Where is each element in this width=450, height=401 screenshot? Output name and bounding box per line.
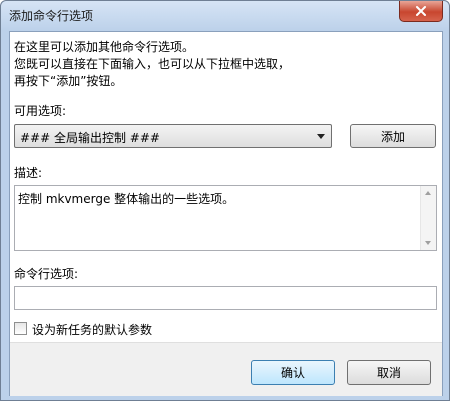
description-scrollbar[interactable] [420,186,436,250]
dialog-client-area: 在这里可以添加其他命令行选项。 您既可以直接在下面输入，也可以从下拉框中选取， … [9,31,443,396]
dropdown-selected-value: ### 全局输出控制 ### [20,131,160,145]
cancel-button[interactable]: 取消 [347,360,431,385]
dialog-window: 添加命令行选项 在这里可以添加其他命令行选项。 您既可以直接在下面输入，也可以从… [0,0,450,401]
description-text: 控制 mkvmerge 整体输出的一些选项。 [18,192,235,206]
title-bar[interactable]: 添加命令行选项 [1,1,449,31]
ok-button[interactable]: 确认 [251,360,335,385]
default-params-label[interactable]: 设为新任务的默认参数 [32,321,152,338]
dropdown-arrow-icon [317,134,325,139]
close-icon [416,6,426,16]
cmdline-options-label: 命令行选项: [14,267,79,281]
intro-line-2: 您既可以直接在下面输入，也可以从下拉框中选取， [14,57,291,71]
scroll-up-icon[interactable] [425,191,431,195]
scroll-down-icon[interactable] [425,241,431,245]
ok-button-label: 确认 [280,366,305,380]
default-params-checkbox[interactable] [14,322,27,335]
cancel-button-label: 取消 [376,366,401,380]
description-label: 描述: [14,166,43,180]
available-options-dropdown[interactable]: ### 全局输出控制 ### [14,124,332,148]
add-button[interactable]: 添加 [350,124,436,148]
cmdline-options-input[interactable] [14,286,437,310]
intro-line-1: 在这里可以添加其他命令行选项。 [14,40,195,54]
available-options-label: 可用选项: [14,104,67,118]
intro-text: 在这里可以添加其他命令行选项。 您既可以直接在下面输入，也可以从下拉框中选取， … [14,39,290,90]
description-textarea[interactable]: 控制 mkvmerge 整体输出的一些选项。 [14,185,437,251]
intro-line-3: 再按下“添加”按钮。 [14,74,123,88]
close-button[interactable] [399,1,443,22]
add-button-label: 添加 [380,129,405,144]
window-title: 添加命令行选项 [9,9,94,23]
